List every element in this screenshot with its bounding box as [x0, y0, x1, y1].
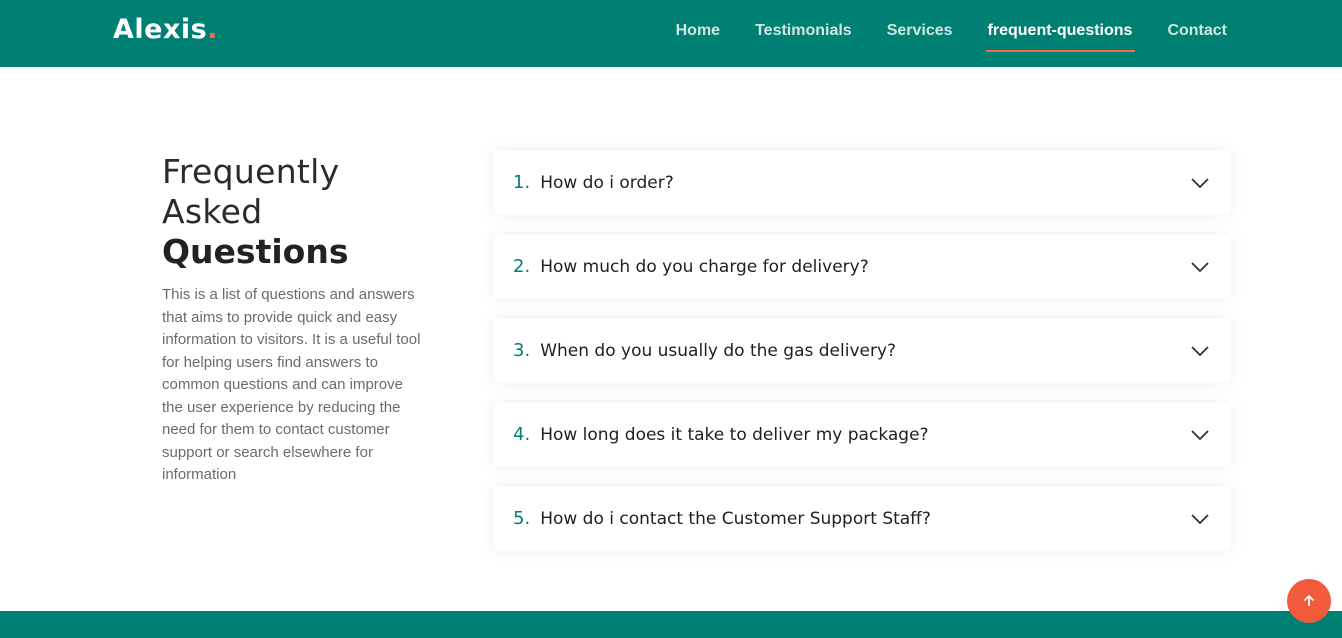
faq-number: 2. [513, 256, 531, 277]
faq-question: How do i order? [540, 172, 674, 193]
main-nav: Home Testimonials Services frequent-ques… [641, 22, 1227, 52]
faq-intro: Frequently Asked Questions This is a lis… [162, 152, 422, 487]
faq-question: When do you usually do the gas delivery? [540, 340, 897, 361]
faq-question: How much do you charge for delivery? [540, 256, 869, 277]
nav-testimonials[interactable]: Testimonials [755, 22, 852, 48]
faq-heading-line1: Frequently [162, 152, 340, 191]
faq-heading-line2: Asked [162, 192, 263, 231]
faq-item-1[interactable]: 1. How do i order? [494, 151, 1230, 214]
nav-home[interactable]: Home [676, 22, 720, 48]
nav-services[interactable]: Services [887, 22, 953, 48]
chevron-down-icon[interactable] [1190, 428, 1210, 442]
nav-contact[interactable]: Contact [1167, 22, 1227, 48]
faq-question: How long does it take to deliver my pack… [540, 424, 929, 445]
faq-heading-bold: Questions [162, 232, 349, 271]
faq-item-4[interactable]: 4. How long does it take to deliver my p… [494, 403, 1230, 466]
faq-number: 4. [513, 424, 531, 445]
brand-logo[interactable]: Alexis. [113, 14, 218, 45]
brand-name[interactable]: Alexis [113, 14, 207, 45]
faq-number: 5. [513, 508, 531, 529]
faq-item-5[interactable]: 5. How do i contact the Customer Support… [494, 487, 1230, 550]
nav-frequent-questions[interactable]: frequent-questions [985, 22, 1136, 52]
faq-heading: Frequently Asked Questions [162, 152, 422, 272]
scroll-to-top-button[interactable] [1287, 579, 1331, 623]
footer-bar [0, 611, 1342, 638]
faq-number: 1. [513, 172, 531, 193]
faq-item-2[interactable]: 2. How much do you charge for delivery? [494, 235, 1230, 298]
faq-accordion: 1. How do i order? 2. How much do you ch… [494, 151, 1230, 571]
chevron-down-icon[interactable] [1190, 260, 1210, 274]
faq-description: This is a list of questions and answers … [162, 286, 421, 483]
top-navbar: Alexis. Home Testimonials Services frequ… [0, 0, 1342, 67]
arrow-up-icon [1303, 594, 1315, 606]
chevron-down-icon[interactable] [1190, 176, 1210, 190]
chevron-down-icon[interactable] [1190, 512, 1210, 526]
brand-dot: . [207, 14, 218, 45]
chevron-down-icon[interactable] [1190, 344, 1210, 358]
faq-item-3[interactable]: 3. When do you usually do the gas delive… [494, 319, 1230, 382]
faq-number: 3. [513, 340, 531, 361]
faq-question: How do i contact the Customer Support St… [540, 508, 931, 529]
